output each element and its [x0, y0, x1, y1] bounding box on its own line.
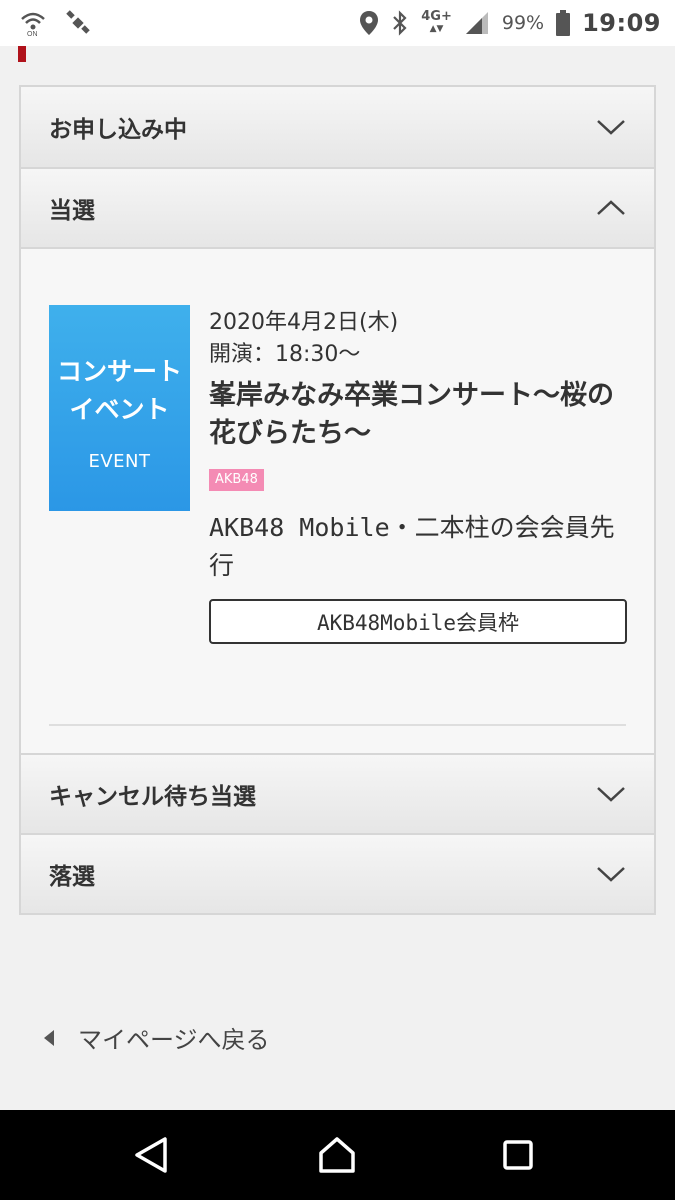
- battery-icon: [556, 10, 571, 36]
- network-type-icon: 4G+ ▲▼: [421, 9, 452, 34]
- thumbnail-event-label: EVENT: [88, 451, 151, 472]
- accordion-header-lost[interactable]: 落選: [21, 833, 654, 913]
- membership-quota-tag: AKB48Mobile会員枠: [209, 599, 627, 644]
- chevron-down-icon: [597, 867, 625, 882]
- event-title[interactable]: 峯岸みなみ卒業コンサート〜桜の花びらたち〜: [209, 377, 629, 453]
- back-arrow-icon: [44, 1029, 54, 1046]
- thumbnail-label: コンサート: [56, 357, 182, 386]
- accordion-title: キャンセル待ち当選: [49, 784, 256, 810]
- status-bar: ON 4G+ ▲▼ 99% 19:09: [0, 0, 675, 46]
- accordion-header-waitlist-won[interactable]: キャンセル待ち当選: [21, 753, 654, 833]
- nav-recents-button[interactable]: [493, 1132, 543, 1178]
- thumbnail-label: イベント: [69, 395, 170, 424]
- battery-percent: 99%: [501, 12, 545, 34]
- nav-home-button[interactable]: [312, 1132, 362, 1178]
- system-navigation-bar: [0, 1110, 675, 1200]
- accordion-header-won[interactable]: 当選: [21, 167, 654, 247]
- location-icon: [359, 10, 379, 36]
- event-start-time: 開演：18:30〜: [209, 342, 361, 367]
- accordion-title: 落選: [49, 864, 95, 890]
- back-triangle-icon: [135, 1137, 167, 1173]
- bluetooth-icon: [391, 10, 409, 36]
- wifi-calling-icon: ON: [18, 9, 48, 37]
- presale-name: AKB48 Mobile・二本柱の会会員先行: [209, 513, 615, 580]
- accordion-title: 当選: [49, 198, 95, 224]
- nav-back-button[interactable]: [126, 1132, 176, 1178]
- chevron-down-icon: [597, 120, 625, 135]
- clock: 19:09: [582, 9, 661, 37]
- signal-icon: [464, 10, 490, 36]
- heading-accent-bar: [18, 46, 26, 62]
- svg-text:ON: ON: [27, 31, 38, 37]
- chevron-up-icon: [597, 200, 625, 215]
- satellite-icon: [64, 9, 92, 37]
- application-status-accordion: お申し込み中 当選 コンサート イベント EVENT 2020年4月2日(木) …: [19, 85, 656, 915]
- accordion-title: お申し込み中: [49, 117, 187, 143]
- back-to-mypage-link[interactable]: マイページへ戻る: [44, 1020, 270, 1055]
- event-date: 2020年4月2日(木): [209, 310, 399, 335]
- accordion-body-won: コンサート イベント EVENT 2020年4月2日(木) 開演：18:30〜 …: [21, 247, 654, 753]
- accordion-header-applying[interactable]: お申し込み中: [21, 87, 654, 167]
- chevron-down-icon: [597, 787, 625, 802]
- divider: [49, 724, 626, 726]
- event-category-thumbnail[interactable]: コンサート イベント EVENT: [49, 305, 190, 511]
- group-badge: AKB48: [209, 469, 264, 491]
- back-link-label: マイページへ戻る: [78, 1026, 270, 1054]
- home-icon: [319, 1137, 355, 1173]
- recents-square-icon: [503, 1140, 533, 1170]
- event-info: 2020年4月2日(木) 開演：18:30〜 峯岸みなみ卒業コンサート〜桜の花び…: [209, 307, 629, 644]
